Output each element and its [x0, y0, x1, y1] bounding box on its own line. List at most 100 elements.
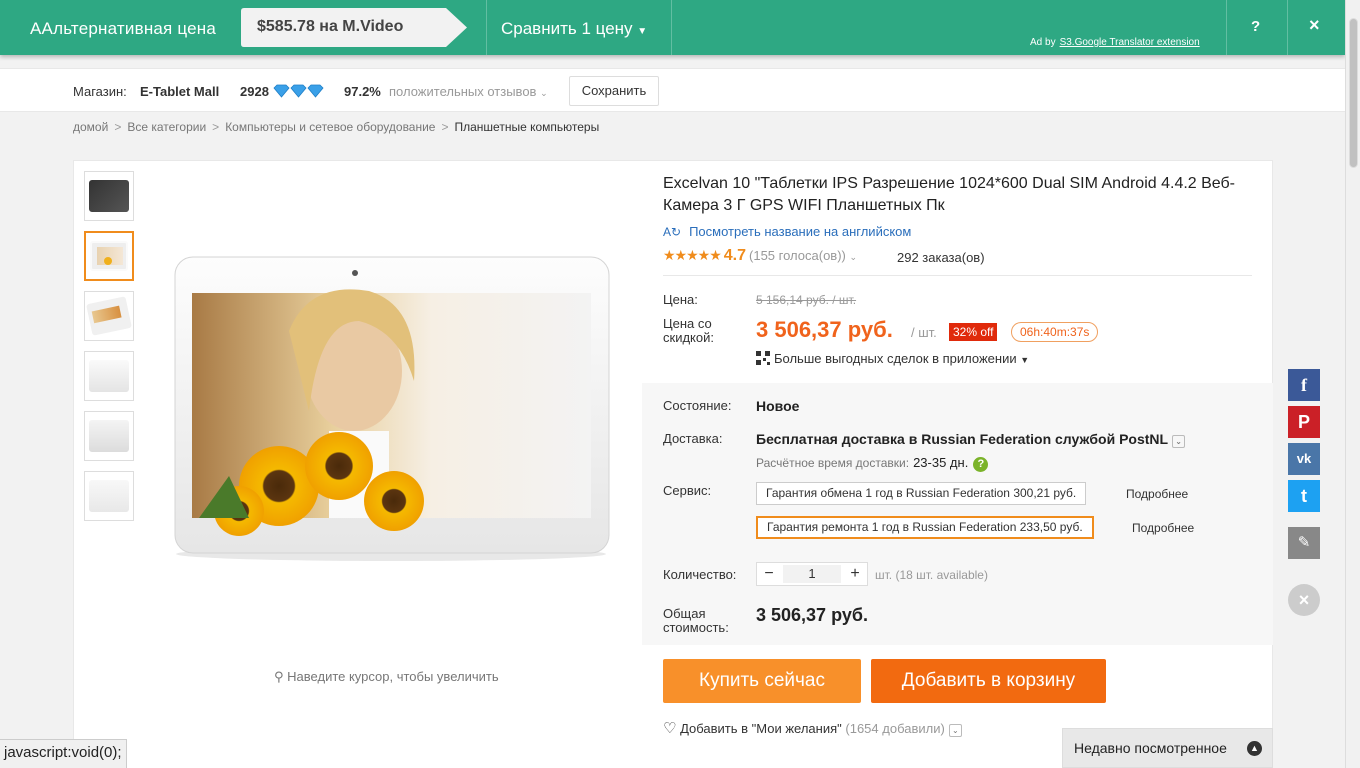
price-compare-ad-bar: AАльтернативная цена $585.78 на M.Video … — [0, 0, 1345, 55]
app-deals-label: Больше выгодных сделок в приложении — [774, 351, 1017, 366]
per-unit: / шт. — [911, 325, 937, 340]
heart-plus-icon: ♡ — [663, 720, 677, 737]
breadcrumb-tablets[interactable]: Планшетные компьютеры — [455, 120, 600, 134]
store-bar: Магазин: E-Tablet Mall 2928 97.2% положи… — [0, 68, 1345, 112]
compare-prices-dropdown[interactable]: Сравнить 1 цену ▼ — [501, 19, 647, 39]
divider — [1226, 0, 1227, 55]
translate-title-link[interactable]: A↻ Посмотреть название на английском — [663, 224, 911, 239]
shipping-dropdown[interactable]: Бесплатная доставка в Russian Federation… — [756, 431, 1186, 448]
compare-label: Сравнить 1 цену — [501, 19, 633, 38]
zoom-hint-label: Наведите курсор, чтобы увеличить — [287, 669, 499, 684]
qr-code-icon — [756, 351, 770, 365]
discount-price: 3 506,37 руб. — [756, 317, 893, 342]
decrease-quantity-button[interactable]: − — [757, 563, 781, 585]
divider — [1287, 0, 1288, 55]
store-name-link[interactable]: E-Tablet Mall — [140, 84, 219, 99]
save-store-button[interactable]: Сохранить — [569, 76, 659, 106]
rating-value: 4.7 — [723, 247, 747, 264]
shipping-label: Доставка: — [663, 431, 723, 446]
sale-timer: 06h:40m:37s — [1011, 322, 1099, 342]
magnifier-icon: ⚲ — [274, 669, 284, 684]
pinterest-icon[interactable]: P — [1288, 406, 1320, 438]
buy-now-button[interactable]: Купить сейчас — [663, 659, 861, 703]
vk-icon[interactable]: vk — [1288, 443, 1320, 475]
facebook-icon[interactable]: f — [1288, 369, 1320, 401]
chevron-down-icon[interactable]: ⌄ — [850, 252, 858, 262]
star-rating-icon: ★★★★★ — [663, 247, 722, 263]
total-label: Общая стоимость: — [663, 606, 729, 635]
twitter-icon[interactable]: t — [1288, 480, 1320, 512]
store-label: Магазин: — [73, 84, 127, 99]
old-price: 5 156,14 руб. / шт. — [756, 293, 857, 307]
thumbnail-5[interactable] — [84, 411, 134, 461]
translate-icon: A↻ — [663, 225, 682, 239]
discount-badge: 32% off — [949, 323, 998, 341]
positive-feedback-label: положительных отзывов — [389, 84, 537, 99]
page-scrollbar[interactable] — [1345, 0, 1360, 768]
rating-row: ★★★★★ 4.7 (155 голоса(ов)) ⌄ — [663, 247, 857, 265]
zoom-hint: ⚲ Наведите курсор, чтобы увеличить — [274, 669, 499, 685]
service-repair-details-link[interactable]: Подробнее — [1132, 521, 1194, 535]
help-icon[interactable]: ? — [973, 457, 989, 472]
delivery-estimate: Расчётное время доставки: 23-35 дн.? — [756, 455, 989, 472]
add-to-wishlist-link[interactable]: ♡ Добавить в "Мои желания" (1654 добавил… — [663, 719, 962, 737]
divider — [663, 275, 1252, 276]
add-to-cart-button[interactable]: Добавить в корзину — [871, 659, 1106, 703]
service-exchange-details-link[interactable]: Подробнее — [1126, 487, 1188, 501]
ad-attribution: Ad by S3.Google Translator extension — [1030, 37, 1200, 48]
wishlist-count: (1654 добавили) — [845, 721, 945, 736]
eta-label: Расчётное время доставки: — [756, 456, 910, 470]
thumbnail-3[interactable] — [84, 291, 134, 341]
app-deals-dropdown[interactable]: Больше выгодных сделок в приложении ▼ — [756, 351, 1029, 366]
diamond-rating-icon — [273, 84, 324, 98]
product-gallery: ⚲ Наведите курсор, чтобы увеличить — [73, 160, 643, 768]
chevron-up-icon: ▲ — [1247, 741, 1262, 756]
breadcrumb: домой > Все категории > Компьютеры и сетевое… — [73, 120, 599, 134]
recently-viewed-panel[interactable]: Недавно посмотренное ▲ — [1062, 728, 1273, 768]
service-option-exchange[interactable]: Гарантия обмена 1 год в Russian Federati… — [756, 482, 1087, 505]
pencil-icon[interactable]: ✎ — [1288, 527, 1320, 559]
service-label: Сервис: — [663, 483, 712, 498]
quantity-input[interactable]: 1 — [783, 565, 841, 583]
browser-status-bar: javascript:void(0); — [0, 739, 127, 768]
ad-by-label: Ad by — [1030, 37, 1056, 48]
breadcrumb-computers[interactable]: Компьютеры и сетевое оборудование — [225, 120, 435, 134]
chevron-down-icon[interactable]: ⌄ — [948, 724, 962, 737]
service-option-repair[interactable]: Гарантия ремонта 1 год в Russian Federat… — [756, 516, 1094, 539]
breadcrumb-home[interactable]: домой — [73, 120, 108, 134]
chevron-down-icon: ⌄ — [1172, 435, 1186, 448]
ad-extension-link[interactable]: S3.Google Translator extension — [1060, 37, 1200, 48]
product-info: Excelvan 10 "Таблетки IPS Разрешение 102… — [642, 160, 1273, 768]
scrollbar-thumb[interactable] — [1349, 18, 1358, 168]
store-score: 2928 — [240, 84, 269, 99]
help-button[interactable]: ? — [1251, 18, 1260, 35]
breadcrumb-all-categories[interactable]: Все категории — [127, 120, 206, 134]
breadcrumb-separator: > — [212, 120, 220, 134]
divider — [671, 0, 672, 55]
price-label: Цена: — [663, 292, 698, 307]
chevron-down-icon: ⌄ — [540, 88, 548, 98]
positive-feedback-dropdown[interactable]: положительных отзывов ⌄ — [389, 84, 548, 99]
total-price: 3 506,37 руб. — [756, 605, 868, 625]
condition-value: Новое — [756, 398, 800, 414]
thumbnail-2[interactable] — [84, 231, 134, 281]
divider — [486, 0, 487, 55]
ad-brand-label: AАльтернативная цена — [30, 19, 217, 38]
close-share-icon[interactable]: × — [1288, 584, 1320, 616]
price-offer-button[interactable]: $585.78 на M.Video — [241, 8, 467, 47]
quantity-stepper: − 1 + — [756, 562, 868, 586]
rating-votes[interactable]: (155 голоса(ов)) — [749, 248, 846, 263]
details-section — [642, 383, 1273, 645]
caret-down-icon: ▼ — [1020, 355, 1030, 365]
thumbnail-1[interactable] — [84, 171, 134, 221]
translate-link-label: Посмотреть название на английском — [689, 224, 912, 239]
thumbnail-4[interactable] — [84, 351, 134, 401]
product-main-image[interactable] — [169, 251, 619, 571]
recently-viewed-label: Недавно посмотренное — [1074, 740, 1227, 756]
positive-feedback-percent: 97.2% — [344, 84, 381, 99]
increase-quantity-button[interactable]: + — [843, 563, 867, 585]
thumbnail-6[interactable] — [84, 471, 134, 521]
wishlist-label: Добавить в "Мои желания" — [680, 721, 842, 736]
discount-price-label: Цена со скидкой: — [663, 316, 714, 345]
close-ad-button[interactable]: × — [1309, 15, 1320, 36]
